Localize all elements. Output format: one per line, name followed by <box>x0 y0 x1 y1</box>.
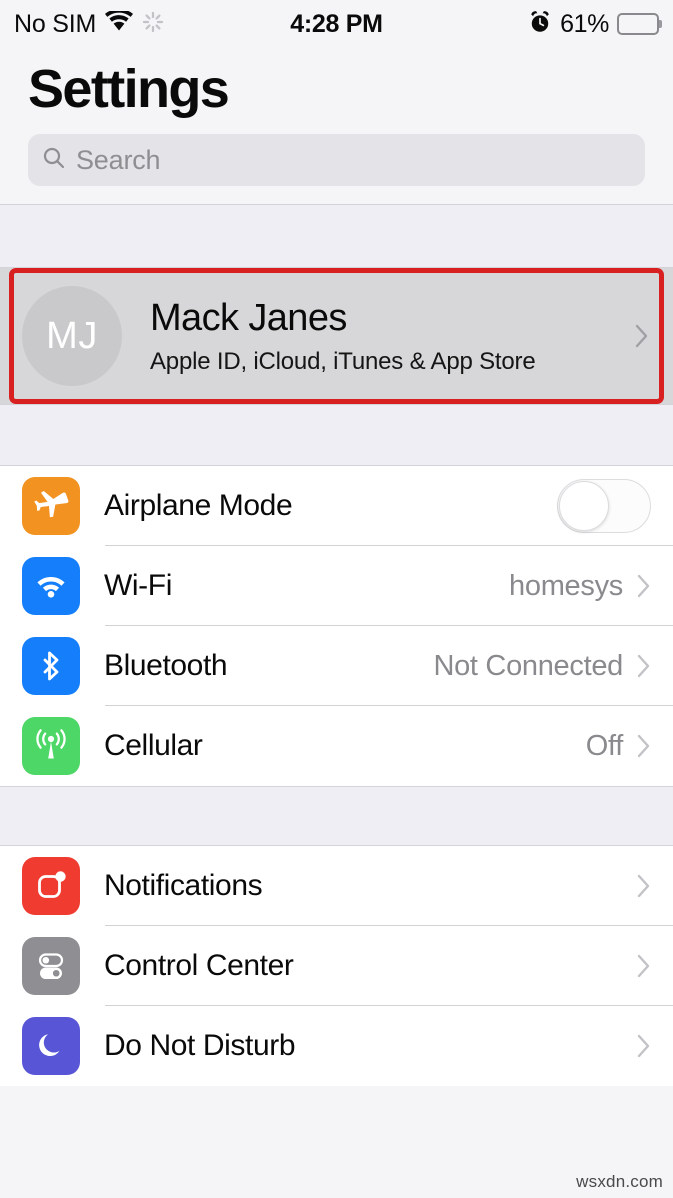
settings-row-control-center[interactable]: Control Center <box>0 926 673 1007</box>
settings-row-value: Off <box>585 729 624 762</box>
activity-spinner-icon <box>142 11 164 38</box>
chevron-right-icon <box>637 734 651 758</box>
control-center-icon <box>22 937 80 996</box>
settings-row-label: Do Not Disturb <box>104 1029 296 1063</box>
page-title: Settings <box>28 59 230 119</box>
chevron-right-icon <box>635 324 649 348</box>
apple-id-row[interactable]: MJ Mack Janes Apple ID, iCloud, iTunes &… <box>0 268 673 405</box>
watermark: wsxdn.com <box>576 1172 663 1191</box>
settings-row-wifi[interactable]: Wi-Fi homesys <box>0 546 673 627</box>
settings-row-bluetooth[interactable]: Bluetooth Not Connected <box>0 626 673 707</box>
search-icon <box>42 146 66 175</box>
search-container: Search <box>0 120 673 205</box>
settings-row-cellular[interactable]: Cellular Off <box>0 706 673 787</box>
cellular-antenna-icon <box>22 717 80 776</box>
settings-row-notifications[interactable]: Notifications <box>0 846 673 927</box>
chevron-right-icon <box>637 954 651 978</box>
search-placeholder: Search <box>76 144 161 175</box>
settings-row-label: Bluetooth <box>104 649 228 683</box>
search-input[interactable]: Search <box>28 134 645 187</box>
notifications-icon <box>22 857 80 916</box>
status-bar-left: No SIM <box>14 9 164 39</box>
chevron-right-icon <box>637 654 651 678</box>
status-bar: No SIM 4:28 PM 61% <box>0 0 673 48</box>
avatar: MJ <box>22 286 122 387</box>
section-gap-middle-2 <box>0 786 673 847</box>
settings-group-system: Notifications Control Center Do Not Dist… <box>0 846 673 1087</box>
apple-id-section: MJ Mack Janes Apple ID, iCloud, iTunes &… <box>0 268 673 405</box>
settings-row-airplane-mode[interactable]: Airplane Mode <box>0 466 673 547</box>
carrier-label: No SIM <box>14 9 97 38</box>
settings-row-do-not-disturb[interactable]: Do Not Disturb <box>0 1006 673 1087</box>
chevron-right-icon <box>637 574 651 598</box>
apple-id-name: Mack Janes <box>150 296 347 339</box>
settings-row-label: Airplane Mode <box>104 489 293 523</box>
settings-row-label: Cellular <box>104 729 203 763</box>
settings-screen: No SIM 4:28 PM 61% Settings Search MJ Ma… <box>0 0 673 1198</box>
header: Settings <box>0 48 673 121</box>
bluetooth-icon <box>22 637 80 696</box>
apple-id-text: Mack Janes Apple ID, iCloud, iTunes & Ap… <box>150 296 635 377</box>
section-gap-top <box>0 204 673 269</box>
settings-row-value: Not Connected <box>433 649 623 682</box>
chevron-right-icon <box>637 874 651 898</box>
moon-icon <box>22 1017 80 1076</box>
settings-row-label: Notifications <box>104 869 263 903</box>
status-bar-right: 61% <box>528 9 662 39</box>
battery-percent-label: 61% <box>560 9 609 38</box>
wifi-icon <box>22 557 80 616</box>
airplane-mode-toggle[interactable] <box>557 479 651 534</box>
wifi-icon <box>105 9 134 37</box>
avatar-initials: MJ <box>46 314 98 357</box>
battery-icon <box>617 13 662 35</box>
settings-row-label: Wi-Fi <box>104 569 172 603</box>
chevron-right-icon <box>637 1034 651 1058</box>
alarm-clock-icon <box>528 10 552 39</box>
toggle-knob <box>559 481 609 532</box>
settings-row-label: Control Center <box>104 949 294 983</box>
settings-group-connectivity: Airplane Mode Wi-Fi homesys Bluetooth No… <box>0 466 673 787</box>
apple-id-subtitle: Apple ID, iCloud, iTunes & App Store <box>150 348 536 376</box>
section-gap-middle-1 <box>0 404 673 467</box>
airplane-icon <box>22 477 80 536</box>
settings-row-value: homesys <box>509 569 623 602</box>
